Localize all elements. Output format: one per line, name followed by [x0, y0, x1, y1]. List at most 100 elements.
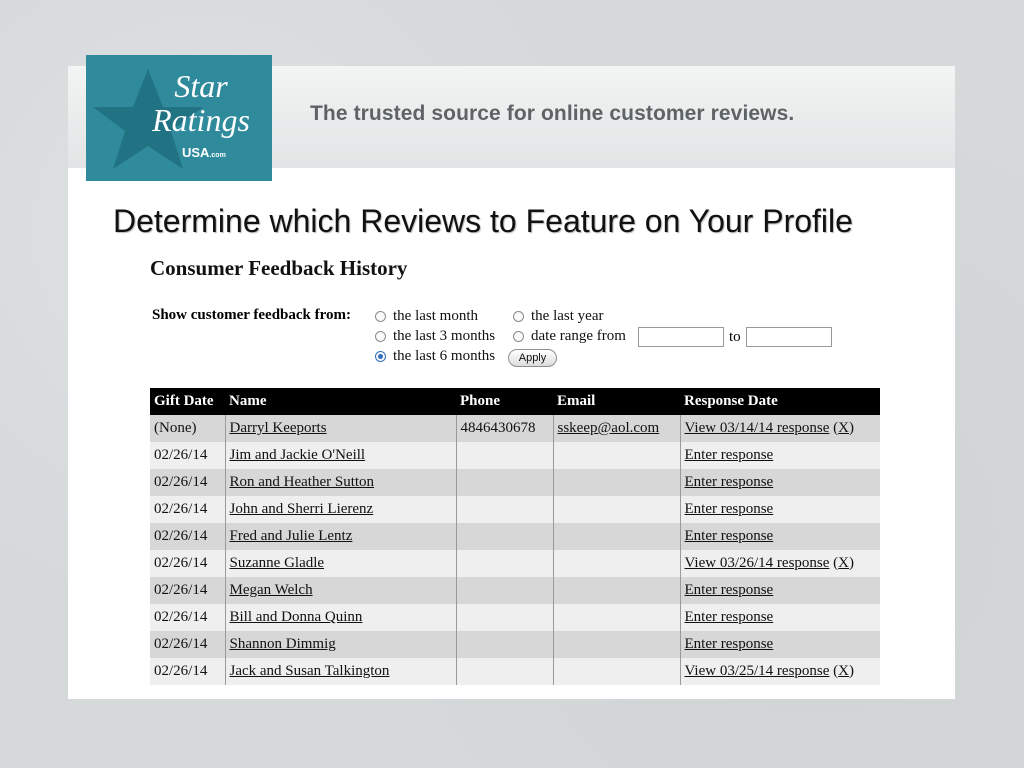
gift-date-cell: 02/26/14 [150, 523, 225, 550]
radio-button[interactable] [513, 311, 524, 322]
delete-paren-close: ) [849, 555, 855, 571]
delete-response-link[interactable]: X [838, 420, 849, 436]
customer-name-link[interactable]: Darryl Keeports [230, 420, 327, 436]
table-row: (None) Darryl Keeports 4846430678 sskeep@ao… [150, 415, 880, 442]
star-ratings-logo[interactable]: Star Ratings USA.com [86, 55, 272, 181]
radio-button[interactable] [375, 311, 386, 322]
response-cell: Enter response [679, 496, 880, 523]
radio-date-range[interactable]: date range from [513, 328, 626, 345]
phone-cell [455, 631, 553, 658]
response-cell: View 03/25/14 response (X) [679, 658, 880, 685]
apply-button[interactable]: Apply [508, 349, 557, 367]
customer-name-link[interactable]: Suzanne Gladle [230, 555, 325, 571]
phone-cell [455, 577, 553, 604]
gift-date-cell: 02/26/14 [150, 577, 225, 604]
table-body: (None) Darryl Keeports 4846430678 sskeep@ao… [150, 415, 880, 685]
response-link[interactable]: Enter response [685, 609, 774, 625]
response-link[interactable]: Enter response [685, 528, 774, 544]
gift-date-cell: 02/26/14 [150, 496, 225, 523]
response-link[interactable]: View 03/25/14 response [685, 663, 830, 679]
name-cell: Suzanne Gladle [224, 550, 456, 577]
name-cell: Shannon Dimmig [224, 631, 456, 658]
logo-wordmark: Star Ratings [136, 69, 266, 137]
phone-cell [455, 604, 553, 631]
logo-line1: Star [174, 68, 228, 104]
phone-cell [455, 469, 553, 496]
header-response-date: Response Date [680, 388, 880, 415]
response-cell: View 03/26/14 response (X) [679, 550, 880, 577]
customer-name-link[interactable]: Megan Welch [230, 582, 313, 598]
phone-cell [455, 496, 553, 523]
phone-cell [455, 442, 553, 469]
delete-paren-close: ) [849, 663, 855, 679]
response-cell: Enter response [679, 577, 880, 604]
response-link[interactable]: Enter response [685, 474, 774, 490]
gift-date-cell: 02/26/14 [150, 631, 225, 658]
customer-name-link[interactable]: Jim and Jackie O'Neill [230, 447, 366, 463]
email-cell [552, 496, 680, 523]
customer-name-link[interactable]: Bill and Donna Quinn [230, 609, 363, 625]
customer-name-link[interactable]: John and Sherri Lierenz [230, 501, 374, 517]
radio-label: date range from [531, 328, 626, 344]
logo-usa: USA.com [182, 145, 226, 160]
name-cell: Darryl Keeports [224, 415, 456, 442]
name-cell: John and Sherri Lierenz [224, 496, 456, 523]
logo-usa-suffix: .com [209, 152, 226, 159]
radio-button[interactable] [375, 331, 386, 342]
customer-name-link[interactable]: Jack and Susan Talkington [230, 663, 390, 679]
response-cell: View 03/14/14 response (X) [679, 415, 880, 442]
name-cell: Fred and Julie Lentz [224, 523, 456, 550]
email-cell [552, 442, 680, 469]
header-email: Email [553, 388, 680, 415]
gift-date-cell: 02/26/14 [150, 550, 225, 577]
response-cell: Enter response [679, 442, 880, 469]
response-cell: Enter response [679, 523, 880, 550]
response-cell: Enter response [679, 604, 880, 631]
delete-response-link[interactable]: X [838, 555, 849, 571]
response-link[interactable]: View 03/26/14 response [685, 555, 830, 571]
radio-last-month[interactable]: the last month [375, 308, 478, 325]
customer-name-link[interactable]: Fred and Julie Lentz [230, 528, 353, 544]
logo-line2: Ratings [152, 102, 250, 138]
radio-last-3-months[interactable]: the last 3 months [375, 328, 495, 345]
delete-response-link[interactable]: X [838, 663, 849, 679]
radio-button-selected[interactable] [375, 351, 386, 362]
email-cell [552, 604, 680, 631]
email-cell [552, 550, 680, 577]
gift-date-cell: 02/26/14 [150, 604, 225, 631]
table-row: 02/26/14 Fred and Julie Lentz Enter respon… [150, 523, 880, 550]
name-cell: Jack and Susan Talkington [224, 658, 456, 685]
logo-usa-text: USA [182, 145, 210, 160]
gift-date-cell: 02/26/14 [150, 469, 225, 496]
email-cell [552, 523, 680, 550]
filter-label: Show customer feedback from: [152, 307, 352, 323]
radio-last-year[interactable]: the last year [513, 308, 603, 325]
email-cell [552, 631, 680, 658]
gift-date-cell: 02/26/14 [150, 658, 225, 685]
radio-label: the last year [531, 308, 604, 324]
response-link[interactable]: Enter response [685, 447, 774, 463]
response-link[interactable]: View 03/14/14 response [685, 420, 830, 436]
header-gift-date: Gift Date [150, 388, 225, 415]
response-link[interactable]: Enter response [685, 636, 774, 652]
customer-name-link[interactable]: Ron and Heather Sutton [230, 474, 375, 490]
gift-date-cell: (None) [150, 415, 225, 442]
radio-last-6-months[interactable]: the last 6 months [375, 348, 495, 365]
response-link[interactable]: Enter response [685, 501, 774, 517]
radio-label: the last 6 months [393, 348, 496, 364]
date-from-input[interactable] [638, 327, 724, 347]
radio-label: the last 3 months [393, 328, 496, 344]
delete-paren-close: ) [849, 420, 855, 436]
email-cell [552, 469, 680, 496]
name-cell: Jim and Jackie O'Neill [224, 442, 456, 469]
radio-button[interactable] [513, 331, 524, 342]
name-cell: Ron and Heather Sutton [224, 469, 456, 496]
email-cell: sskeep@aol.com [552, 415, 680, 442]
phone-cell: 4846430678 [455, 415, 553, 442]
date-to-input[interactable] [746, 327, 832, 347]
response-link[interactable]: Enter response [685, 582, 774, 598]
name-cell: Bill and Donna Quinn [224, 604, 456, 631]
email-link[interactable]: sskeep@aol.com [558, 420, 660, 436]
phone-cell [455, 550, 553, 577]
customer-name-link[interactable]: Shannon Dimmig [230, 636, 336, 652]
